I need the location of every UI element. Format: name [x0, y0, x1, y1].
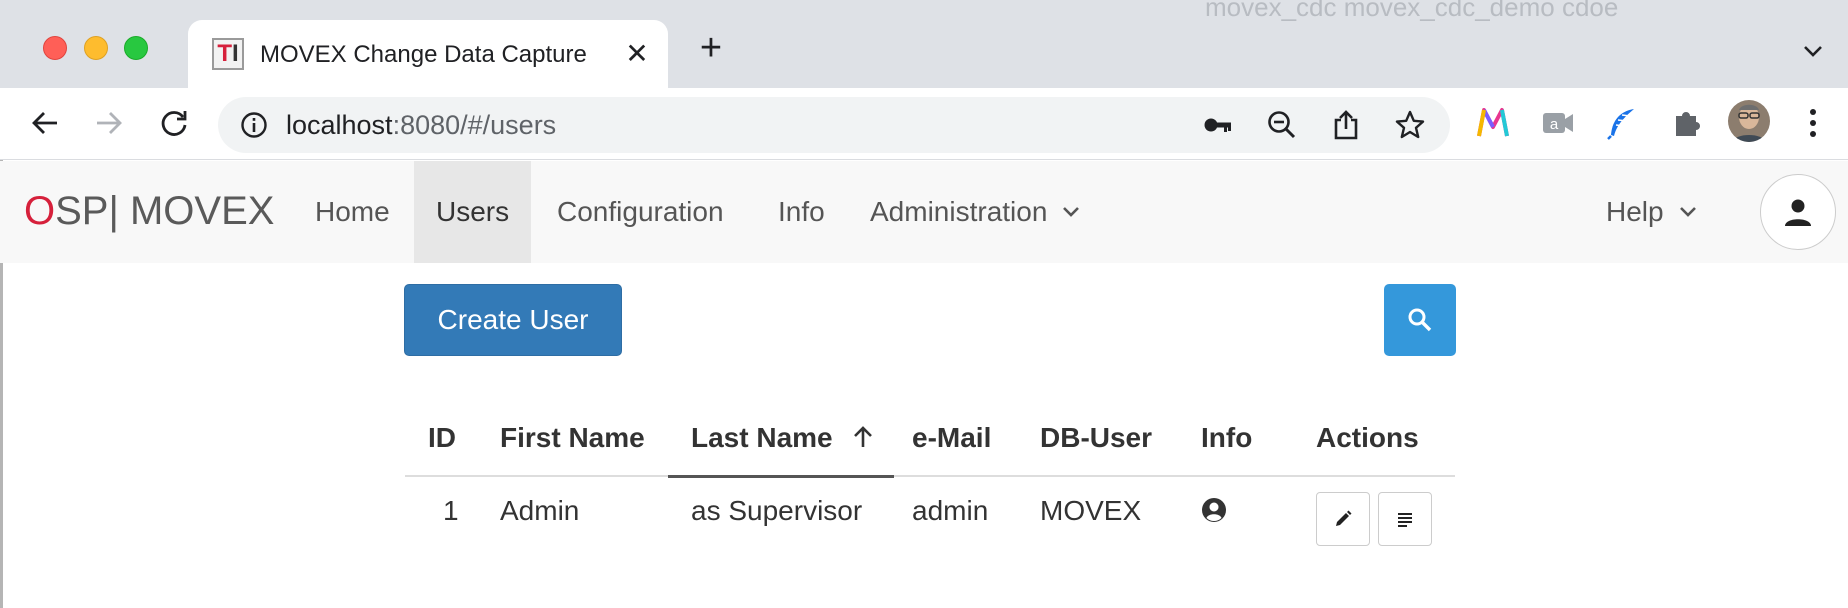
table-header: ID First Name Last Name e-Mail DB-User I…	[405, 408, 1455, 478]
star-icon[interactable]	[1394, 109, 1426, 141]
tab-close-icon[interactable]: ✕	[622, 38, 652, 69]
user-circle-icon[interactable]	[1201, 497, 1227, 530]
col-header-last-name-label: Last Name	[691, 422, 833, 453]
nav-administration[interactable]: Administration	[848, 161, 1103, 263]
person-icon	[1785, 199, 1811, 226]
user-menu-button[interactable]	[1760, 174, 1836, 250]
nav-home[interactable]: Home	[293, 161, 412, 263]
info-icon[interactable]	[240, 111, 268, 139]
key-icon[interactable]	[1202, 109, 1234, 141]
back-icon[interactable]	[22, 100, 68, 146]
address-url[interactable]: localhost:8080/#/users	[286, 110, 556, 141]
brand-logo-sp: SP	[55, 189, 109, 233]
tab-favicon-icon: TI	[212, 38, 244, 70]
address-host: localhost	[286, 110, 393, 140]
brand-logo-movex: MOVEX	[118, 189, 275, 233]
puzzle-icon[interactable]	[1664, 100, 1710, 146]
browser-toolbar: localhost:8080/#/users a	[0, 88, 1848, 160]
brand-logo-separator: |	[108, 189, 119, 233]
extension-feather-icon[interactable]	[1599, 100, 1645, 146]
cell-db-user: MOVEX	[1040, 495, 1142, 526]
nav-administration-label: Administration	[870, 196, 1048, 227]
chevron-down-icon	[1679, 207, 1696, 217]
maximize-window-button[interactable]	[124, 36, 148, 60]
extension-a-icon[interactable]: a	[1535, 100, 1581, 146]
cell-email: admin	[912, 495, 989, 526]
nav-users[interactable]: Users	[414, 161, 532, 263]
col-header-info[interactable]: Info	[1201, 422, 1252, 454]
zoom-out-icon[interactable]	[1266, 109, 1298, 141]
search-button[interactable]	[1384, 284, 1456, 356]
edit-icon	[1336, 510, 1352, 526]
app-navbar: OSP| MOVEX Home Users Configuration Info…	[0, 161, 1848, 263]
share-icon[interactable]	[1330, 109, 1362, 141]
browser-tab-active[interactable]: TI MOVEX Change Data Capture ✕	[188, 20, 668, 88]
chevron-down-icon	[1063, 207, 1080, 217]
table-row[interactable]: 1 Admin as Supervisor admin MOVEX	[405, 477, 1455, 557]
tab-title: MOVEX Change Data Capture	[260, 41, 587, 68]
close-window-button[interactable]	[43, 36, 67, 60]
background-window-text: movex_cdc movex_cdc_demo cdoe	[1205, 0, 1619, 22]
create-user-button[interactable]: Create User	[404, 284, 622, 356]
brand-logo-o: O	[24, 189, 56, 233]
nav-help[interactable]: Help	[1584, 161, 1720, 263]
reload-icon[interactable]	[151, 100, 197, 146]
kebab-menu-icon[interactable]	[1790, 100, 1836, 146]
col-header-last-name[interactable]: Last Name	[691, 422, 874, 454]
nav-help-label: Help	[1606, 196, 1664, 227]
browser-titlebar: movex_cdc movex_cdc_demo cdoe TI MOVEX C…	[0, 0, 1848, 88]
users-table: ID First Name Last Name e-Mail DB-User I…	[405, 408, 1455, 557]
col-header-db-user[interactable]: DB-User	[1040, 422, 1152, 454]
cell-id: 1	[443, 495, 459, 526]
col-header-id[interactable]: ID	[428, 422, 456, 454]
extension-m-icon[interactable]	[1470, 100, 1516, 146]
edit-button[interactable]	[1316, 492, 1370, 546]
details-button[interactable]	[1378, 492, 1432, 546]
profile-avatar-icon[interactable]	[1726, 98, 1772, 144]
new-tab-button[interactable]: +	[695, 29, 727, 67]
search-icon	[1408, 308, 1432, 332]
col-header-email[interactable]: e-Mail	[912, 422, 991, 454]
cell-last-name: as Supervisor	[691, 495, 863, 526]
nav-configuration[interactable]: Configuration	[535, 161, 746, 263]
brand-logo[interactable]: OSP| MOVEX	[24, 189, 274, 234]
cell-first-name: Admin	[500, 495, 580, 526]
address-path: :8080/#/users	[392, 110, 557, 140]
sort-ascending-icon	[854, 426, 873, 447]
minimize-window-button[interactable]	[84, 36, 108, 60]
tab-dropdown-icon[interactable]	[1800, 38, 1826, 64]
svg-text:a: a	[1550, 116, 1559, 133]
nav-info[interactable]: Info	[756, 161, 847, 263]
details-icon	[1398, 513, 1412, 527]
col-header-actions: Actions	[1316, 422, 1419, 453]
forward-icon[interactable]	[86, 100, 132, 146]
col-header-first-name[interactable]: First Name	[500, 422, 645, 454]
address-bar[interactable]: localhost:8080/#/users	[218, 97, 1450, 153]
